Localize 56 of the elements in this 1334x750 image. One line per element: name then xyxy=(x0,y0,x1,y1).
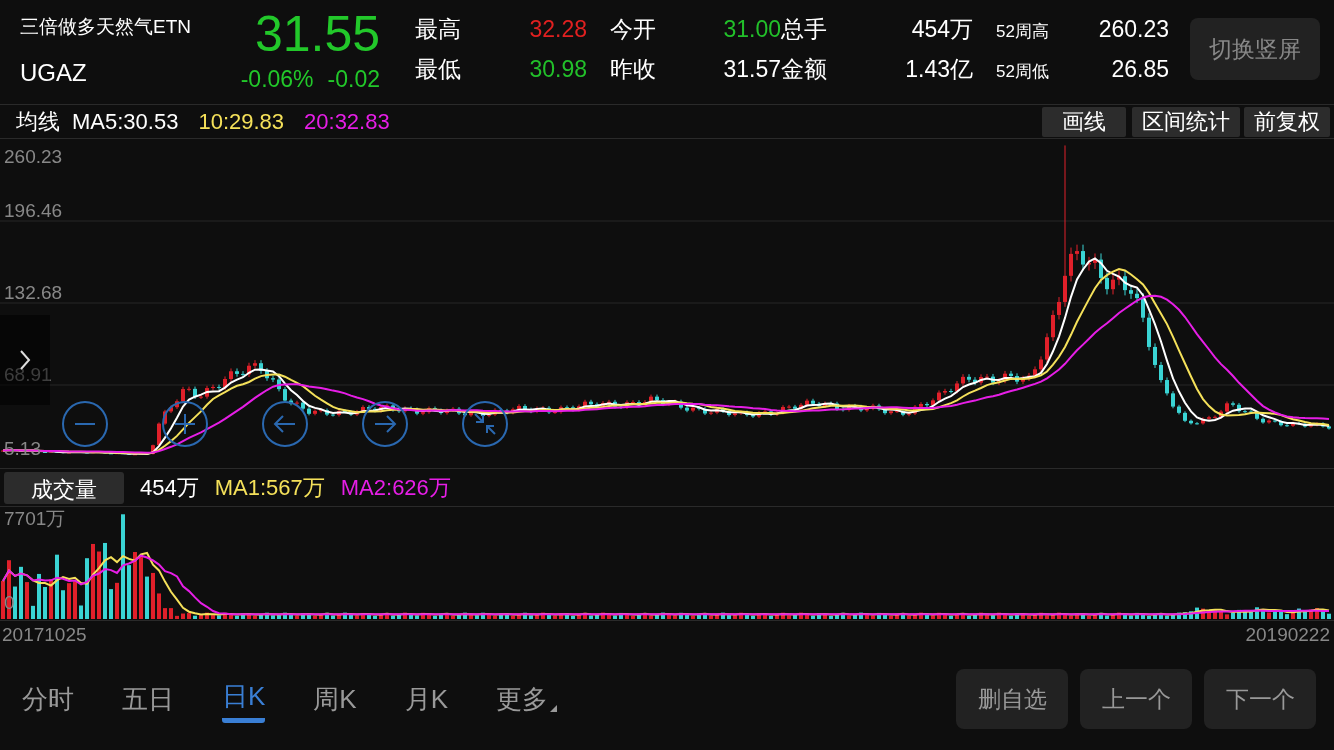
volume-ma-value: MA2:626万 xyxy=(340,474,451,502)
volume-ma-value: MA1:567万 xyxy=(214,474,325,502)
stat-value: 30.98 xyxy=(528,55,587,84)
date-label: 20190222 xyxy=(1245,622,1330,647)
ma-value: 20:32.83 xyxy=(304,108,390,136)
stat-label: 总手 xyxy=(781,15,828,44)
action-button[interactable]: 上一个 xyxy=(1080,669,1192,729)
stat-value: 260.23 xyxy=(1097,15,1169,44)
stat-label: 今开 xyxy=(609,15,657,44)
stat-label: 昨收 xyxy=(609,55,657,84)
period-tab[interactable]: 月K xyxy=(404,675,449,723)
tool-button[interactable]: 前复权 xyxy=(1244,106,1330,137)
axis-label: 68.91 xyxy=(4,365,52,384)
stat-label: 52周高 xyxy=(995,21,1050,44)
period-tab[interactable]: 五日 xyxy=(122,675,174,723)
axis-label: 260.23 xyxy=(4,147,63,166)
stock-name: 三倍做多天然气ETN xyxy=(20,14,192,39)
stat-value: 31.00 xyxy=(722,15,781,44)
ma-value: 10:29.83 xyxy=(198,108,285,136)
right-arrow-button[interactable] xyxy=(361,400,409,448)
ma-value: MA5:30.53 xyxy=(72,108,179,136)
action-button[interactable]: 下一个 xyxy=(1204,669,1316,729)
stat-value: 1.43亿 xyxy=(904,55,973,84)
expand-handle[interactable] xyxy=(0,315,50,405)
stat-label: 最低 xyxy=(415,55,462,84)
stat-label: 金额 xyxy=(781,55,828,84)
axis-label: 196.46 xyxy=(4,201,63,220)
volume-value: 454万 xyxy=(140,474,199,502)
tool-button[interactable]: 画线 xyxy=(1042,106,1126,137)
change-amount: -0.02 xyxy=(327,65,380,95)
left-arrow-button[interactable] xyxy=(261,400,309,448)
axis-label: 7701万 xyxy=(4,509,66,528)
period-tab[interactable]: 周K xyxy=(313,675,357,723)
action-button[interactable]: 删自选 xyxy=(956,669,1068,729)
zoom-in-button[interactable] xyxy=(161,400,209,448)
stat-value: 454万 xyxy=(910,15,973,44)
stat-label: 52周低 xyxy=(995,61,1050,84)
volume-button[interactable]: 成交量 xyxy=(4,471,124,504)
stat-label: 最高 xyxy=(415,15,462,44)
zoom-out-button[interactable] xyxy=(61,400,109,448)
stat-value: 31.57 xyxy=(722,55,781,84)
tool-button[interactable]: 区间统计 xyxy=(1132,106,1240,137)
stock-symbol: UGAZ xyxy=(20,58,88,89)
axis-label: 132.68 xyxy=(4,283,63,302)
stat-value: 26.85 xyxy=(1110,55,1169,84)
ma-label: 均线 xyxy=(16,108,60,136)
current-price: 31.55 xyxy=(254,7,380,63)
stat-value: 32.28 xyxy=(528,15,587,44)
axis-label: 0 xyxy=(4,593,15,612)
collapse-button[interactable] xyxy=(461,400,509,448)
more-menu[interactable]: 更多 xyxy=(496,675,558,723)
switch-orientation-button[interactable]: 切换竖屏 xyxy=(1190,18,1320,80)
period-tab[interactable]: 日K xyxy=(222,675,266,723)
change-percent: -0.06% xyxy=(240,65,314,95)
period-tab[interactable]: 分时 xyxy=(22,675,74,723)
date-label: 20171025 xyxy=(2,622,87,647)
